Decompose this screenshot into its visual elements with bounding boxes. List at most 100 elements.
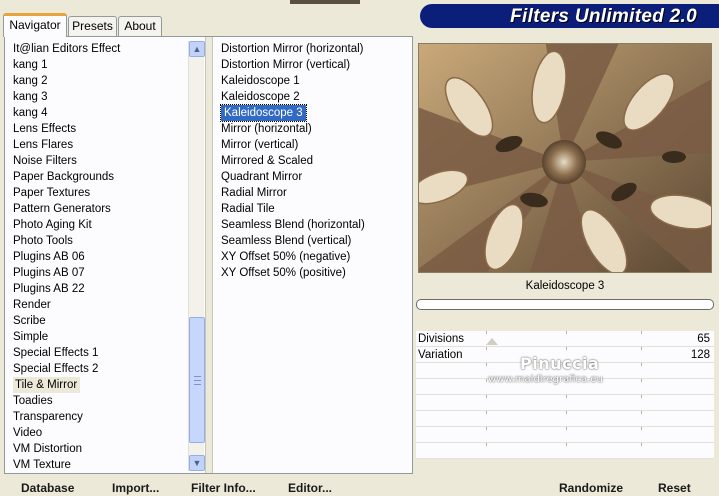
list-item-label: Pattern Generators — [13, 203, 111, 215]
list-item[interactable]: Radial Mirror — [219, 185, 409, 201]
logo-banner: Filters Unlimited 2.0 — [420, 4, 719, 28]
list-item[interactable]: Plugins AB 07 — [11, 265, 186, 281]
list-item[interactable]: Video — [11, 425, 186, 441]
slider-tick — [641, 427, 642, 430]
list-item-label: Tile & Mirror — [13, 377, 81, 393]
slider-tick — [641, 395, 642, 398]
slider-tick — [641, 443, 642, 446]
list-item-label: Distortion Mirror (horizontal) — [221, 43, 364, 55]
list-item-label: kang 4 — [13, 107, 48, 119]
tab-about[interactable]: About — [118, 16, 162, 36]
list-item[interactable]: Kaleidoscope 3 — [219, 104, 409, 122]
list-item[interactable]: Photo Tools — [11, 233, 186, 249]
list-item-label: Mirror (vertical) — [221, 139, 299, 151]
list-item-label: Plugins AB 22 — [13, 283, 85, 295]
list-item[interactable]: Kaleidoscope 2 — [219, 89, 409, 105]
list-item[interactable]: It@lian Editors Effect — [11, 41, 186, 57]
filter-info-button[interactable]: Filter Info... — [191, 481, 256, 496]
reset-button[interactable]: Reset — [658, 481, 691, 496]
randomize-button[interactable]: Randomize — [559, 481, 623, 496]
list-item[interactable]: Photo Aging Kit — [11, 217, 186, 233]
param-value: 128 — [690, 349, 710, 361]
slider-tick — [486, 427, 487, 430]
list-item[interactable]: Plugins AB 22 — [11, 281, 186, 297]
list-item-label: Paper Backgrounds — [13, 171, 115, 183]
list-item-label: Seamless Blend (vertical) — [221, 235, 352, 247]
category-scrollbar[interactable]: ▲ ▼ — [188, 41, 205, 471]
param-empty — [416, 443, 714, 459]
slider-tick — [486, 347, 487, 350]
list-item-label: Lens Effects — [13, 123, 77, 135]
category-list[interactable]: It@lian Editors Effect kang 1 kang 2 kang 3… — [11, 41, 186, 473]
list-item[interactable]: Special Effects 1 — [11, 345, 186, 361]
tab-presets[interactable]: Presets — [68, 16, 117, 36]
list-item[interactable]: Plugins AB 06 — [11, 249, 186, 265]
scroll-thumb[interactable] — [189, 317, 205, 443]
list-item[interactable]: VM Texture — [11, 457, 186, 473]
slider-tick — [641, 347, 642, 350]
list-item[interactable]: Paper Backgrounds — [11, 169, 186, 185]
list-item[interactable]: Seamless Blend (vertical) — [219, 233, 409, 249]
list-item[interactable]: Radial Tile — [219, 201, 409, 217]
list-item-label: Transparency — [13, 411, 83, 423]
list-item[interactable]: Toadies — [11, 393, 186, 409]
list-item-label: Mirrored & Scaled — [221, 155, 314, 167]
list-item-label: Noise Filters — [13, 155, 77, 167]
scroll-down-button[interactable]: ▼ — [189, 455, 205, 471]
list-item[interactable]: Pattern Generators — [11, 201, 186, 217]
list-item[interactable]: Quadrant Mirror — [219, 169, 409, 185]
list-item[interactable]: kang 3 — [11, 89, 186, 105]
grip-icon — [194, 376, 201, 385]
list-item[interactable]: Scribe — [11, 313, 186, 329]
list-item[interactable]: Distortion Mirror (horizontal) — [219, 41, 409, 57]
list-item[interactable]: Mirror (vertical) — [219, 137, 409, 153]
slider-pointer-icon[interactable] — [486, 338, 498, 345]
editor-button[interactable]: Editor... — [288, 481, 332, 496]
chevron-up-icon: ▲ — [192, 44, 202, 54]
list-item-label: Quadrant Mirror — [221, 171, 303, 183]
list-item-label: Distortion Mirror (vertical) — [221, 59, 351, 71]
tab-navigator[interactable]: Navigator — [3, 13, 67, 37]
list-item[interactable]: Paper Textures — [11, 185, 186, 201]
list-item[interactable]: Render — [11, 297, 186, 313]
list-item[interactable]: Mirror (horizontal) — [219, 121, 409, 137]
list-item-label: Radial Mirror — [221, 187, 287, 199]
list-item[interactable]: VM Distortion — [11, 441, 186, 457]
slider-tick — [566, 395, 567, 398]
list-item[interactable]: XY Offset 50% (positive) — [219, 265, 409, 281]
list-item-label: Simple — [13, 331, 49, 343]
param-divisions[interactable]: Divisions 65 — [416, 331, 714, 347]
list-item-label: Mirror (horizontal) — [221, 123, 312, 135]
database-button[interactable]: Database — [21, 481, 74, 496]
scroll-up-button[interactable]: ▲ — [189, 41, 205, 57]
param-empty — [416, 427, 714, 443]
list-item-label: Video — [13, 427, 43, 439]
slider-tick — [566, 427, 567, 430]
filter-list[interactable]: Distortion Mirror (horizontal) Distortion… — [219, 41, 409, 281]
list-item[interactable]: Distortion Mirror (vertical) — [219, 57, 409, 73]
param-empty — [416, 411, 714, 427]
list-item[interactable]: Simple — [11, 329, 186, 345]
parameter-panel: Divisions 65 Variation 128 — [416, 331, 714, 459]
list-item[interactable]: Noise Filters — [11, 153, 186, 169]
import-button[interactable]: Import... — [112, 481, 159, 496]
list-item[interactable]: Lens Flares — [11, 137, 186, 153]
param-empty — [416, 395, 714, 411]
list-item-label: Render — [13, 299, 51, 311]
list-item[interactable]: kang 1 — [11, 57, 186, 73]
list-item[interactable]: kang 2 — [11, 73, 186, 89]
list-item[interactable]: kang 4 — [11, 105, 186, 121]
list-item-label: Kaleidoscope 1 — [221, 75, 300, 87]
list-item[interactable]: Special Effects 2 — [11, 361, 186, 377]
list-item-label: Scribe — [13, 315, 46, 327]
list-item[interactable]: Mirrored & Scaled — [219, 153, 409, 169]
list-item[interactable]: Lens Effects — [11, 121, 186, 137]
list-item[interactable]: Transparency — [11, 409, 186, 425]
list-item[interactable]: XY Offset 50% (negative) — [219, 249, 409, 265]
list-item[interactable]: Tile & Mirror — [11, 377, 186, 393]
list-item[interactable]: Seamless Blend (horizontal) — [219, 217, 409, 233]
param-label: Variation — [418, 349, 463, 361]
list-item-label: Toadies — [13, 395, 53, 407]
list-item[interactable]: Kaleidoscope 1 — [219, 73, 409, 89]
preview-filter-name: Kaleidoscope 3 — [525, 280, 605, 292]
